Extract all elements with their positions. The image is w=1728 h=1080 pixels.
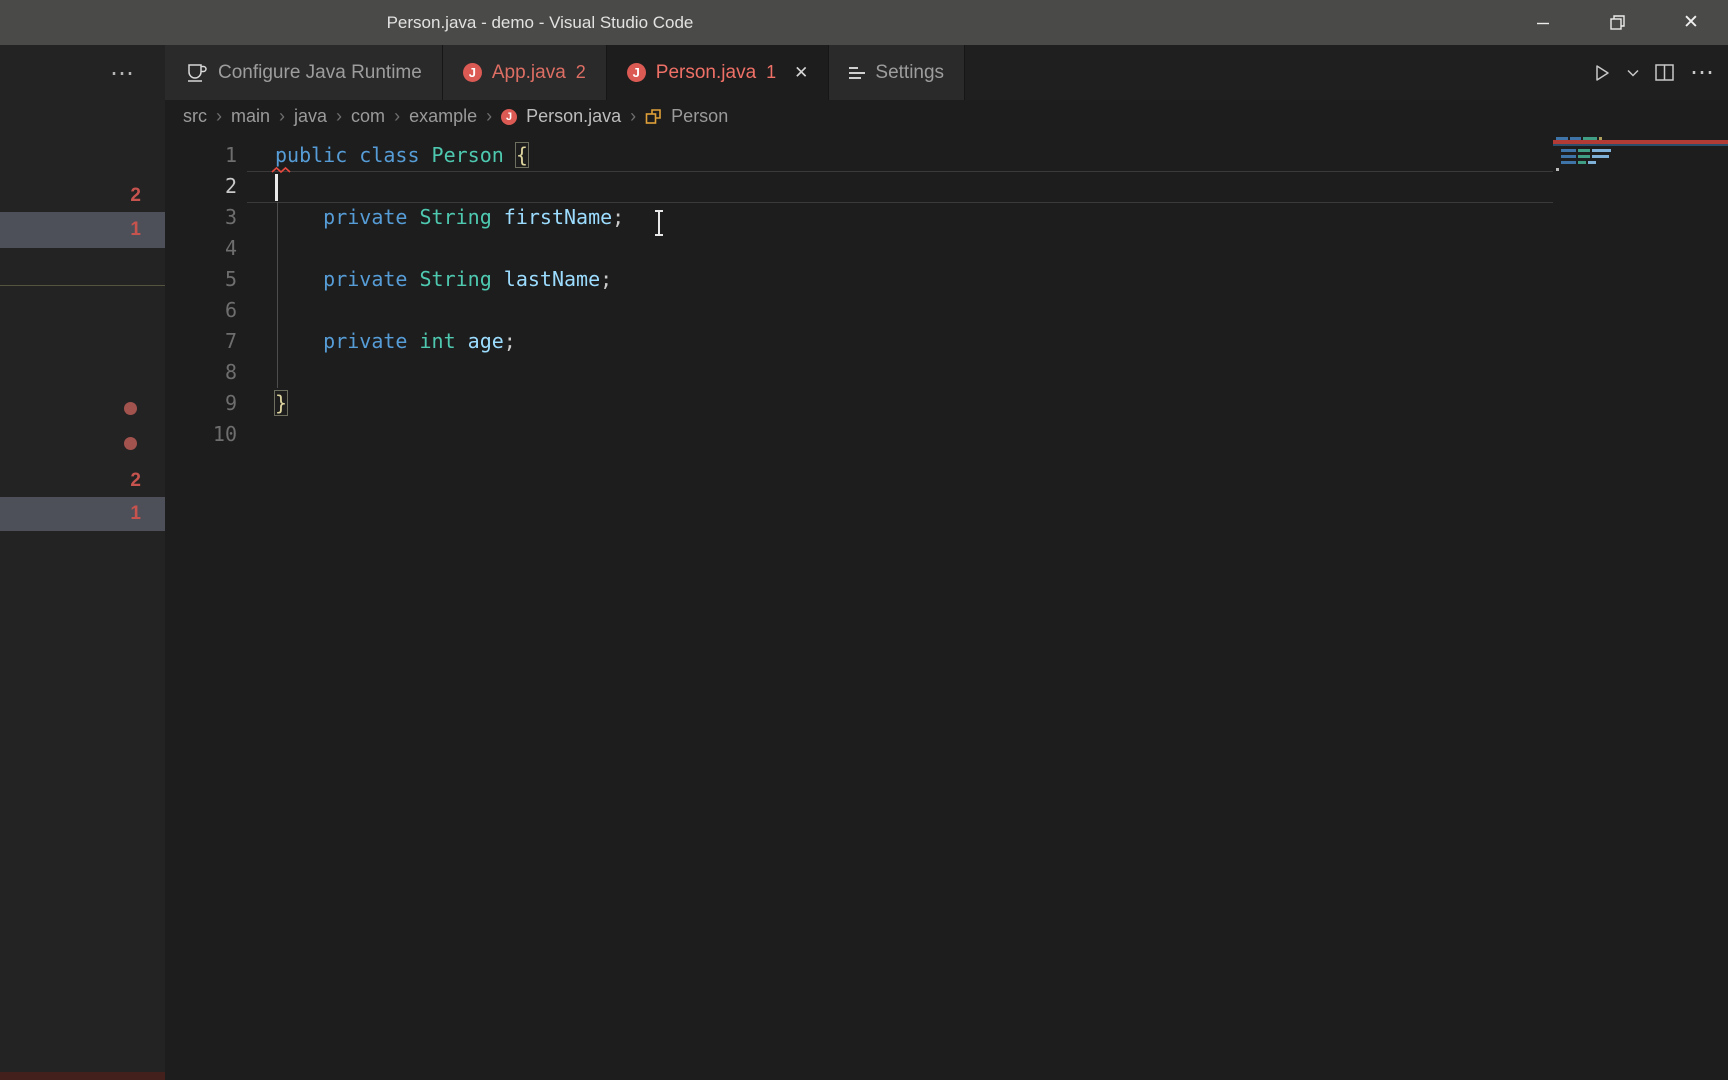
- restore-button[interactable]: [1580, 0, 1654, 45]
- window-title: Person.java - demo - Visual Studio Code: [0, 0, 1080, 45]
- close-window-button[interactable]: ✕: [1654, 0, 1728, 45]
- split-editor-icon[interactable]: [1655, 64, 1674, 81]
- code-line[interactable]: 7 private int age;: [165, 326, 1553, 357]
- ibeam-pointer-icon: [652, 209, 666, 237]
- minimap-code-mark: [1556, 168, 1559, 171]
- line-number[interactable]: 7: [165, 326, 237, 357]
- breadcrumb-item[interactable]: main: [231, 106, 270, 127]
- tab-app-java[interactable]: J App.java 2: [443, 45, 607, 100]
- sidebar-section-divider: [0, 285, 165, 286]
- coffee-cup-icon: [185, 62, 208, 83]
- symbol-class-icon: [645, 108, 662, 125]
- chevron-right-icon: ›: [630, 106, 636, 127]
- modified-dot-icon: [124, 437, 137, 450]
- error-count-badge: 2: [130, 185, 141, 207]
- line-number[interactable]: 10: [165, 419, 237, 450]
- code-line[interactable]: 6: [165, 295, 1553, 326]
- code-line[interactable]: 5 private String lastName;: [165, 264, 1553, 295]
- breadcrumb-item[interactable]: src: [183, 106, 207, 127]
- line-number[interactable]: 6: [165, 295, 237, 326]
- line-number[interactable]: 2: [165, 171, 237, 202]
- code-line[interactable]: 8: [165, 357, 1553, 388]
- breadcrumb-item-file[interactable]: Person.java: [526, 106, 621, 127]
- code-line[interactable]: 4: [165, 233, 1553, 264]
- modified-dot-icon: [124, 402, 137, 415]
- tab-configure-java-runtime[interactable]: Configure Java Runtime: [165, 45, 443, 100]
- chevron-right-icon: ›: [279, 106, 285, 127]
- run-icon[interactable]: [1594, 64, 1611, 82]
- chevron-right-icon: ›: [216, 106, 222, 127]
- minimap-code-mark: [1592, 155, 1609, 158]
- line-number[interactable]: 4: [165, 233, 237, 264]
- error-count-badge: 1: [130, 503, 141, 525]
- error-squiggle-icon: [271, 166, 291, 174]
- indent-guide: [277, 202, 278, 388]
- breadcrumb-item[interactable]: example: [409, 106, 477, 127]
- run-dropdown-chevron-icon[interactable]: [1627, 69, 1639, 77]
- chevron-right-icon: ›: [486, 106, 492, 127]
- line-number[interactable]: 1: [165, 140, 237, 171]
- window-titlebar: Person.java - demo - Visual Studio Code …: [0, 0, 1728, 45]
- code-line[interactable]: 9}: [165, 388, 1553, 419]
- minimap-code-mark: [1561, 149, 1576, 152]
- breadcrumb: src › main › java › com › example › J Pe…: [165, 100, 1728, 133]
- code-editor[interactable]: 1public class Person { 2 3 private Strin…: [165, 133, 1728, 1080]
- line-number[interactable]: 3: [165, 202, 237, 233]
- java-file-icon: J: [463, 63, 482, 82]
- java-file-icon: J: [627, 63, 646, 82]
- line-number[interactable]: 9: [165, 388, 237, 419]
- minimap-code-mark: [1588, 161, 1596, 164]
- selected-tree-row[interactable]: 1: [0, 212, 165, 248]
- minimap-code-mark: [1561, 161, 1576, 164]
- minimize-button[interactable]: [1506, 0, 1580, 45]
- tab-person-java[interactable]: J Person.java 1 ✕: [607, 45, 830, 100]
- code-content: 1public class Person { 2 3 private Strin…: [165, 140, 1553, 450]
- sidebar-bottom-highlight: [0, 1072, 165, 1080]
- matched-bracket: {: [516, 143, 528, 167]
- breadcrumb-item-symbol[interactable]: Person: [671, 106, 728, 127]
- minimap-code-mark: [1578, 149, 1590, 152]
- minimap-cursor-line-mark: [1553, 144, 1728, 146]
- tab-label: Configure Java Runtime: [218, 62, 422, 84]
- error-count-badge: 2: [130, 470, 141, 492]
- tab-bar: Configure Java Runtime J App.java 2 J Pe…: [165, 45, 1728, 100]
- line-number[interactable]: 8: [165, 357, 237, 388]
- close-icon: ✕: [1683, 11, 1699, 34]
- breadcrumb-item[interactable]: java: [294, 106, 327, 127]
- explorer-sidebar: ⋯ 2 1 2 1: [0, 45, 165, 1080]
- code-line[interactable]: 3 private String firstName;: [165, 202, 1553, 233]
- editor-actions: ⋯: [1594, 45, 1728, 100]
- breadcrumb-item[interactable]: com: [351, 106, 385, 127]
- tab-settings[interactable]: Settings: [829, 45, 965, 100]
- minimap-code-mark: [1578, 155, 1590, 158]
- selected-tree-row[interactable]: 1: [0, 497, 165, 531]
- settings-tune-icon: [849, 67, 865, 79]
- chevron-right-icon: ›: [336, 106, 342, 127]
- line-number[interactable]: 5: [165, 264, 237, 295]
- code-line[interactable]: 10: [165, 419, 1553, 450]
- restore-icon: [1609, 14, 1626, 31]
- minimap-code-mark: [1592, 149, 1611, 152]
- tab-problem-badge: 1: [766, 62, 776, 83]
- sidebar-more-actions-icon[interactable]: ⋯: [110, 59, 135, 88]
- java-file-icon: J: [501, 109, 517, 125]
- minimize-icon: [1535, 15, 1551, 31]
- editor-group: Configure Java Runtime J App.java 2 J Pe…: [165, 45, 1728, 1080]
- window-controls: ✕: [1506, 0, 1728, 45]
- chevron-right-icon: ›: [394, 106, 400, 127]
- code-line[interactable]: 2: [165, 171, 1553, 202]
- error-count-badge: 1: [130, 219, 141, 241]
- more-actions-icon[interactable]: ⋯: [1690, 63, 1714, 83]
- tab-label: Settings: [875, 62, 944, 84]
- minimap-code-mark: [1561, 155, 1576, 158]
- tab-problem-badge: 2: [576, 62, 586, 83]
- minimap-code-mark: [1578, 161, 1586, 164]
- matched-bracket: }: [275, 391, 287, 415]
- tab-label: Person.java: [656, 62, 756, 84]
- minimap[interactable]: [1553, 133, 1728, 433]
- text-caret: [275, 174, 278, 201]
- tab-label: App.java: [492, 62, 566, 84]
- code-line[interactable]: 1public class Person {: [165, 140, 1553, 171]
- close-tab-icon[interactable]: ✕: [794, 63, 808, 83]
